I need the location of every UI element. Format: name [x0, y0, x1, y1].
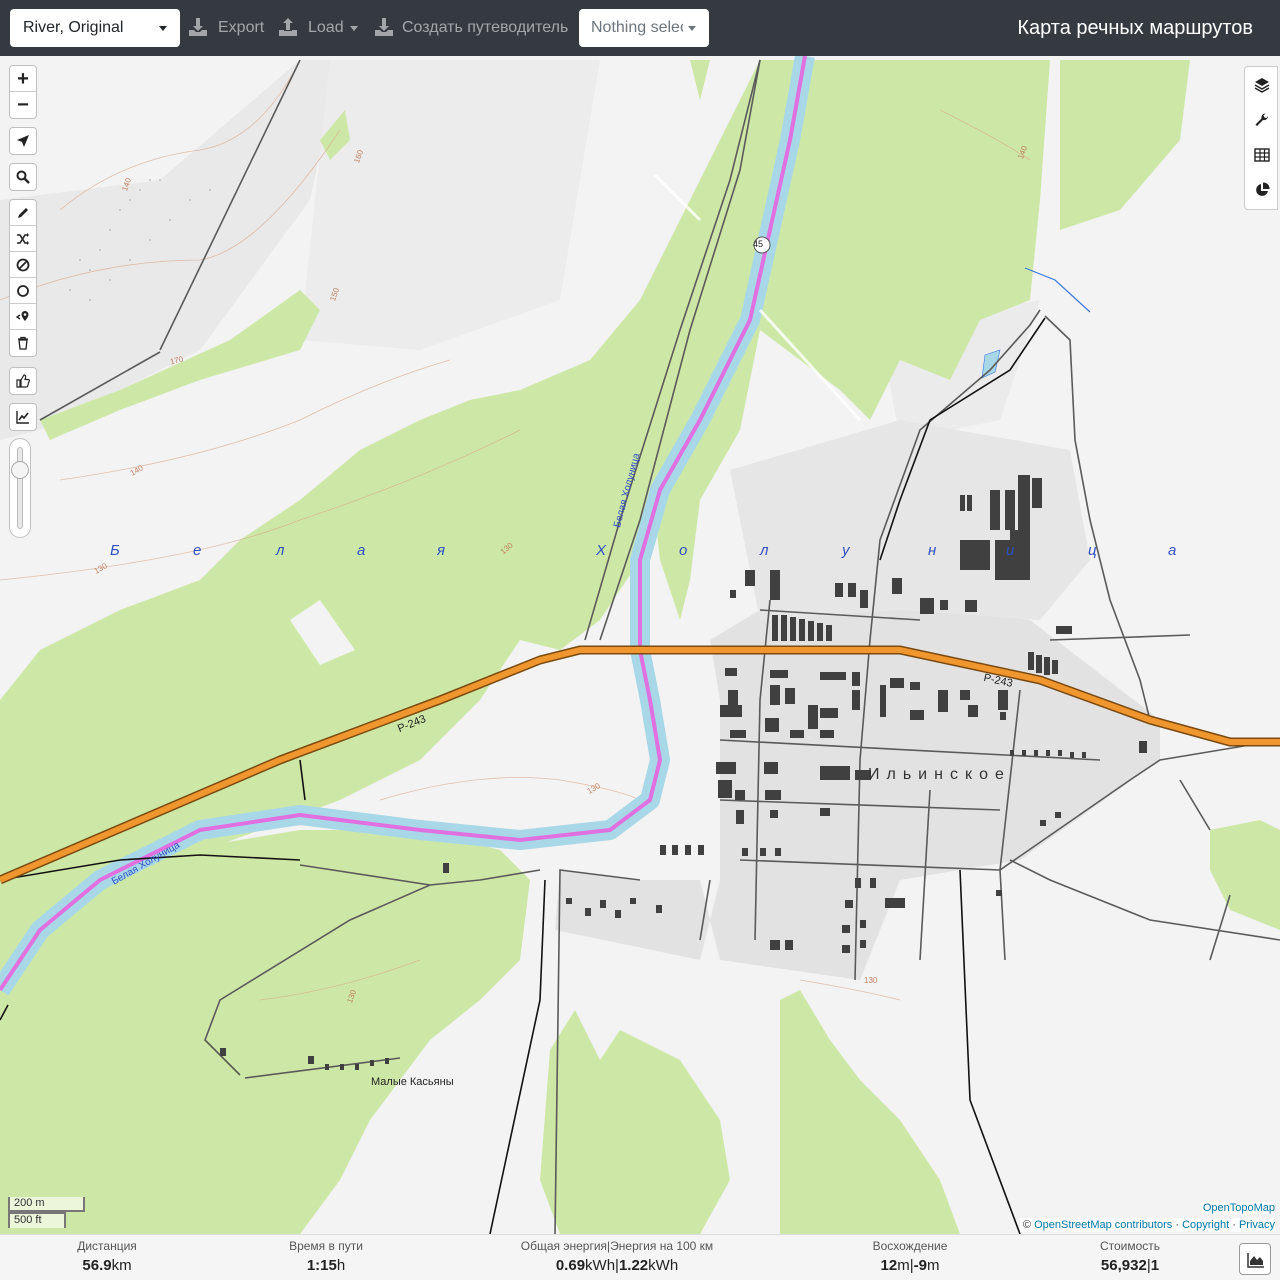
- feedback-control: [9, 367, 37, 395]
- osm-contributors-link[interactable]: OpenStreetMap contributors: [1034, 1219, 1172, 1231]
- line-chart-icon: [16, 411, 29, 424]
- settings-button[interactable]: [1245, 102, 1277, 137]
- draw-tools: [9, 199, 37, 357]
- valley-label-letter: а: [357, 542, 366, 559]
- table-icon: [1254, 148, 1270, 162]
- town-label: Ильинское: [868, 766, 1011, 783]
- valley-label-letter: Х: [596, 542, 607, 559]
- elevation-chart-button[interactable]: [1239, 1243, 1271, 1275]
- nogo-area-button[interactable]: [10, 252, 36, 278]
- attribution-osm: © OpenStreetMap contributors · Copyright…: [1019, 1218, 1275, 1232]
- search-button[interactable]: [10, 164, 36, 190]
- poi-button[interactable]: [10, 304, 36, 330]
- shuffle-icon: [17, 233, 29, 245]
- valley-label-letter: Б: [110, 542, 120, 559]
- pencil-icon: [18, 208, 28, 218]
- profile-select[interactable]: River, Original: [10, 9, 180, 47]
- elevation-control: [9, 403, 37, 431]
- chevron-down-icon: [159, 26, 167, 31]
- valley-label-letter: ц: [1088, 542, 1097, 559]
- valley-label-letter: а: [1168, 542, 1177, 559]
- map-tiles: [0, 56, 1280, 1234]
- attribution-topo: OpenTopoMap: [1199, 1202, 1275, 1214]
- trash-icon: [18, 336, 28, 350]
- valley-label-letter: е: [193, 542, 202, 559]
- scale-metric: 200 m: [8, 1197, 85, 1212]
- slider-track: [17, 447, 23, 529]
- valley-label-letter: и: [1006, 542, 1015, 559]
- chevron-down-icon: [350, 26, 358, 31]
- pie-chart-icon: [1256, 182, 1270, 196]
- zoom-control: + −: [9, 65, 37, 119]
- export-button[interactable]: Export: [188, 9, 264, 47]
- wrench-icon: [1255, 113, 1269, 126]
- valley-label-letter: я: [437, 542, 446, 559]
- valley-label-letter: у: [842, 542, 850, 559]
- ban-icon: [16, 258, 30, 272]
- map-canvas[interactable]: 45 Б е л а я Х о л у н и ц а Белая Холун…: [0, 56, 1280, 1234]
- locate-control: [9, 127, 37, 155]
- feedback-button[interactable]: [10, 368, 36, 394]
- stat-cost: Стоимость 56,932|1: [1099, 1239, 1161, 1274]
- download-icon: [189, 18, 207, 36]
- create-guide-button[interactable]: Создать путеводитель: [374, 9, 574, 47]
- draw-route-button[interactable]: [10, 200, 36, 226]
- profile-select-value: River, Original: [23, 19, 124, 36]
- zoom-in-button[interactable]: +: [10, 66, 36, 92]
- scale-imperial: 500 ft: [8, 1212, 66, 1228]
- right-toolbar: [1244, 66, 1278, 210]
- stat-ascent: Восхождение 12m|-9m: [872, 1239, 948, 1274]
- chevron-down-icon: [688, 26, 696, 31]
- top-navbar: River, Original Export Load Создать путе…: [0, 0, 1280, 56]
- app-title: Карта речных маршрутов: [1017, 17, 1253, 39]
- privacy-link[interactable]: Privacy: [1239, 1219, 1275, 1231]
- stat-energy: Общая энергия|Энергия на 100 км 0.69kWh|…: [520, 1239, 714, 1274]
- location-arrow-icon: [17, 135, 29, 147]
- search-icon: [16, 170, 30, 184]
- route-shield-label: 45: [753, 239, 764, 249]
- village-label: Малые Касьяны: [371, 1076, 454, 1088]
- route-stats-bar: Дистанция 56.9km Время в пути 1:15h Обща…: [0, 1234, 1280, 1280]
- load-button[interactable]: Load: [278, 9, 360, 47]
- locate-button[interactable]: [10, 128, 36, 154]
- zoom-out-button[interactable]: −: [10, 92, 36, 118]
- contour-label: 130: [864, 976, 878, 985]
- opacity-slider[interactable]: [9, 438, 31, 538]
- valley-label-letter: л: [760, 542, 769, 559]
- layers-icon: [1254, 78, 1270, 93]
- statistics-button[interactable]: [1245, 172, 1277, 207]
- upload-icon: [279, 18, 297, 36]
- layers-button[interactable]: [1245, 67, 1277, 102]
- valley-label-letter: н: [928, 542, 937, 559]
- slider-handle[interactable]: [11, 461, 29, 479]
- valley-label-letter: о: [679, 542, 688, 559]
- download-icon: [375, 18, 393, 36]
- reverse-route-button[interactable]: [10, 226, 36, 252]
- circle-tool-button[interactable]: [10, 278, 36, 304]
- copyright-link[interactable]: Copyright: [1182, 1219, 1229, 1231]
- route-select[interactable]: Nothing selected: [579, 9, 709, 47]
- stat-time: Время в пути 1:15h: [289, 1239, 363, 1274]
- circle-icon: [17, 285, 29, 297]
- table-button[interactable]: [1245, 137, 1277, 172]
- valley-label-letter: л: [276, 542, 285, 559]
- elevation-profile-button[interactable]: [10, 404, 36, 430]
- search-control: [9, 163, 37, 191]
- thumbs-up-icon: [16, 374, 30, 388]
- opentopomap-link[interactable]: OpenTopoMap: [1203, 1202, 1275, 1214]
- stat-distance: Дистанция 56.9km: [77, 1239, 137, 1274]
- map-marker-icon: [16, 311, 29, 321]
- delete-route-button[interactable]: [10, 330, 36, 356]
- area-chart-icon: [1247, 1253, 1264, 1268]
